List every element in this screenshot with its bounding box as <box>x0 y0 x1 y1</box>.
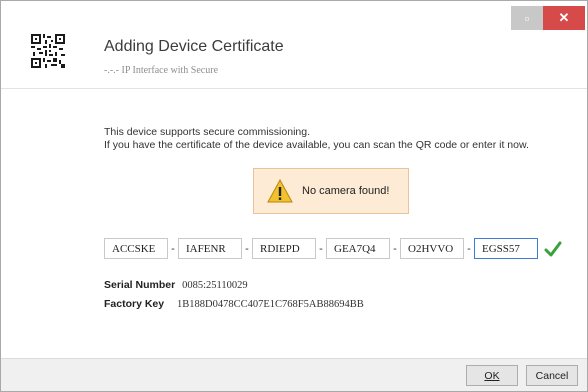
factory-key-row: Factory Key 1B188D0478CC407E1C768F5AB886… <box>104 298 364 310</box>
camera-alert: No camera found! <box>253 168 409 214</box>
close-button[interactable]: ✕ <box>543 6 585 30</box>
key-separator: - <box>319 242 323 255</box>
dialog-subtitle: -.-.- IP Interface with Secure <box>104 65 219 76</box>
alert-text: No camera found! <box>302 185 390 197</box>
dialog-title: Adding Device Certificate <box>104 38 284 55</box>
description-line-1: This device supports secure commissionin… <box>104 126 311 138</box>
ok-button[interactable]: OK <box>466 365 518 386</box>
warning-icon <box>267 178 293 203</box>
description: This device supports secure commissionin… <box>104 126 554 152</box>
header-divider <box>1 88 587 89</box>
minimize-icon: ▫ <box>524 10 530 26</box>
dialog-footer: OK Cancel <box>1 358 587 391</box>
check-icon <box>544 241 562 256</box>
key-field-2[interactable] <box>178 238 242 259</box>
key-separator: - <box>245 242 249 255</box>
key-field-3[interactable] <box>252 238 316 259</box>
key-field-1[interactable] <box>104 238 168 259</box>
close-icon: ✕ <box>558 10 570 25</box>
key-separator: - <box>393 242 397 255</box>
key-field-4[interactable] <box>326 238 390 259</box>
key-field-5[interactable] <box>400 238 464 259</box>
qr-code-icon <box>31 34 65 68</box>
serial-number-row: Serial Number 0085:25110029 <box>104 279 248 291</box>
key-field-6[interactable] <box>474 238 538 259</box>
minimize-button[interactable]: ▫ <box>511 6 543 30</box>
description-line-2: If you have the certificate of the devic… <box>104 139 529 151</box>
factory-key-label: Factory Key <box>104 298 165 310</box>
ok-button-label: OK <box>484 369 500 382</box>
key-separator: - <box>171 242 175 255</box>
cancel-button[interactable]: Cancel <box>526 365 578 386</box>
key-separator: - <box>467 242 471 255</box>
cancel-button-label: Cancel <box>535 369 569 382</box>
certificate-key-row: - - - - - <box>104 238 562 259</box>
serial-number-label: Serial Number <box>104 279 176 291</box>
serial-number-value: 0085:25110029 <box>182 280 248 291</box>
dialog-window: ▫ ✕ Adding Device Certificate -.-.- IP I… <box>0 0 588 392</box>
factory-key-value: 1B188D0478CC407E1C768F5AB88694BB <box>177 299 364 310</box>
